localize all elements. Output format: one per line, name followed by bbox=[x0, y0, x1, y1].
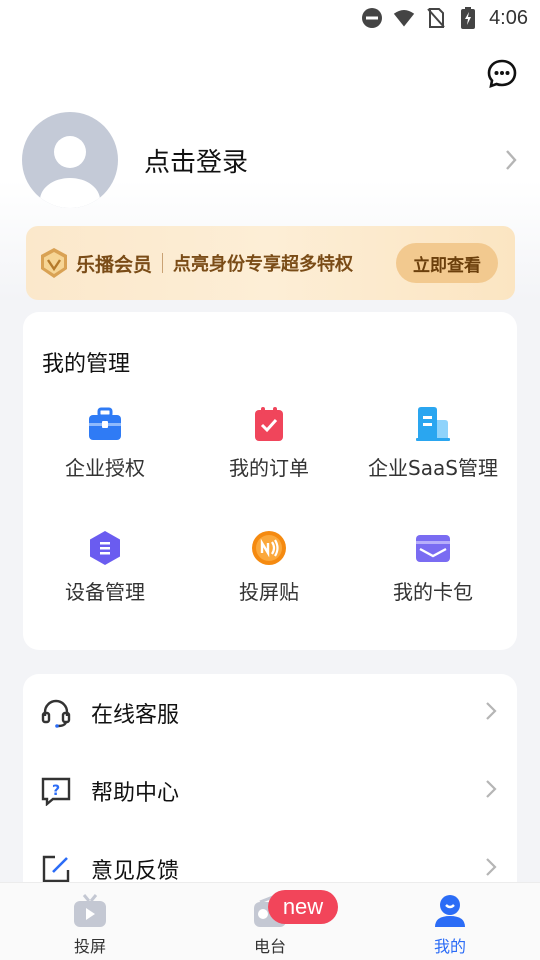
new-badge: new bbox=[268, 890, 338, 924]
service-row-online-support[interactable]: 在线客服 bbox=[23, 674, 517, 752]
no-sim-icon bbox=[425, 7, 447, 29]
briefcase-icon bbox=[87, 406, 123, 442]
tv-play-icon bbox=[72, 893, 108, 929]
tab-label: 电台 bbox=[253, 937, 286, 956]
chevron-right-icon bbox=[504, 148, 518, 176]
vip-title: 乐播会员 bbox=[76, 253, 153, 276]
headset-icon bbox=[41, 698, 71, 728]
management-title: 我的管理 bbox=[42, 352, 131, 377]
svg-text:?: ? bbox=[52, 783, 60, 799]
chat-bubble-icon bbox=[487, 59, 517, 88]
vip-banner[interactable]: 乐播会员 点亮身份专享超多特权 立即查看 bbox=[26, 226, 515, 300]
grid-item-label: 我的订单 bbox=[229, 456, 309, 480]
service-label: 意见反馈 bbox=[91, 859, 180, 884]
chevron-right-icon bbox=[485, 857, 497, 881]
help-question-icon: ? bbox=[41, 776, 71, 807]
vip-view-button[interactable]: 立即查看 bbox=[396, 243, 498, 283]
grid-item-label: 企业SaaS管理 bbox=[368, 456, 498, 480]
grid-item-label: 投屏贴 bbox=[239, 580, 299, 604]
grid-item-screen-sticker[interactable]: 投屏贴 bbox=[187, 530, 351, 630]
tab-mine[interactable]: 我的 bbox=[360, 883, 540, 960]
service-label: 帮助中心 bbox=[91, 781, 180, 806]
default-avatar-icon[interactable] bbox=[22, 112, 118, 208]
battery-charging-icon bbox=[457, 7, 479, 29]
grid-item-label: 我的卡包 bbox=[393, 580, 473, 604]
status-bar: 4:06 bbox=[0, 0, 540, 36]
bottom-tab-bar: 投屏 电台 我的 bbox=[0, 882, 540, 960]
status-time: 4:06 bbox=[489, 6, 528, 29]
service-row-help-center[interactable]: ? 帮助中心 bbox=[23, 752, 517, 830]
grid-item-device-management[interactable]: 设备管理 bbox=[23, 530, 187, 630]
vip-description: 点亮身份专享超多特权 bbox=[173, 254, 354, 275]
grid-item-saas[interactable]: 企业SaaS管理 bbox=[351, 406, 515, 506]
hexagon-device-icon bbox=[87, 530, 123, 566]
tab-cast[interactable]: 投屏 bbox=[0, 883, 180, 960]
user-profile-icon bbox=[432, 893, 468, 929]
chevron-right-icon bbox=[485, 701, 497, 725]
grid-item-label: 设备管理 bbox=[65, 580, 145, 604]
wifi-icon bbox=[393, 7, 415, 29]
tab-label: 我的 bbox=[433, 937, 466, 956]
profile-login-row[interactable]: 点击登录 bbox=[22, 112, 518, 208]
grid-item-label: 企业授权 bbox=[65, 456, 145, 480]
nfc-sticker-icon bbox=[251, 530, 287, 566]
edit-feedback-icon bbox=[41, 854, 71, 884]
vip-divider bbox=[162, 253, 164, 273]
building-icon bbox=[415, 406, 451, 442]
dnd-icon bbox=[361, 7, 383, 29]
card-wallet-icon bbox=[415, 530, 451, 566]
grid-item-my-orders[interactable]: 我的订单 bbox=[187, 406, 351, 506]
management-card: 我的管理 企业授权 我的订单 企业SaaS管理 设备管理 投屏贴 我的卡包 bbox=[23, 312, 517, 650]
tab-label: 投屏 bbox=[73, 937, 106, 956]
login-label[interactable]: 点击登录 bbox=[144, 142, 248, 179]
message-button[interactable] bbox=[486, 58, 518, 90]
grid-item-enterprise-auth[interactable]: 企业授权 bbox=[23, 406, 187, 506]
chevron-right-icon bbox=[485, 779, 497, 803]
grid-item-card-wallet[interactable]: 我的卡包 bbox=[351, 530, 515, 630]
order-clipboard-icon bbox=[251, 406, 287, 442]
vip-shield-icon bbox=[38, 247, 70, 279]
service-label: 在线客服 bbox=[91, 703, 180, 728]
